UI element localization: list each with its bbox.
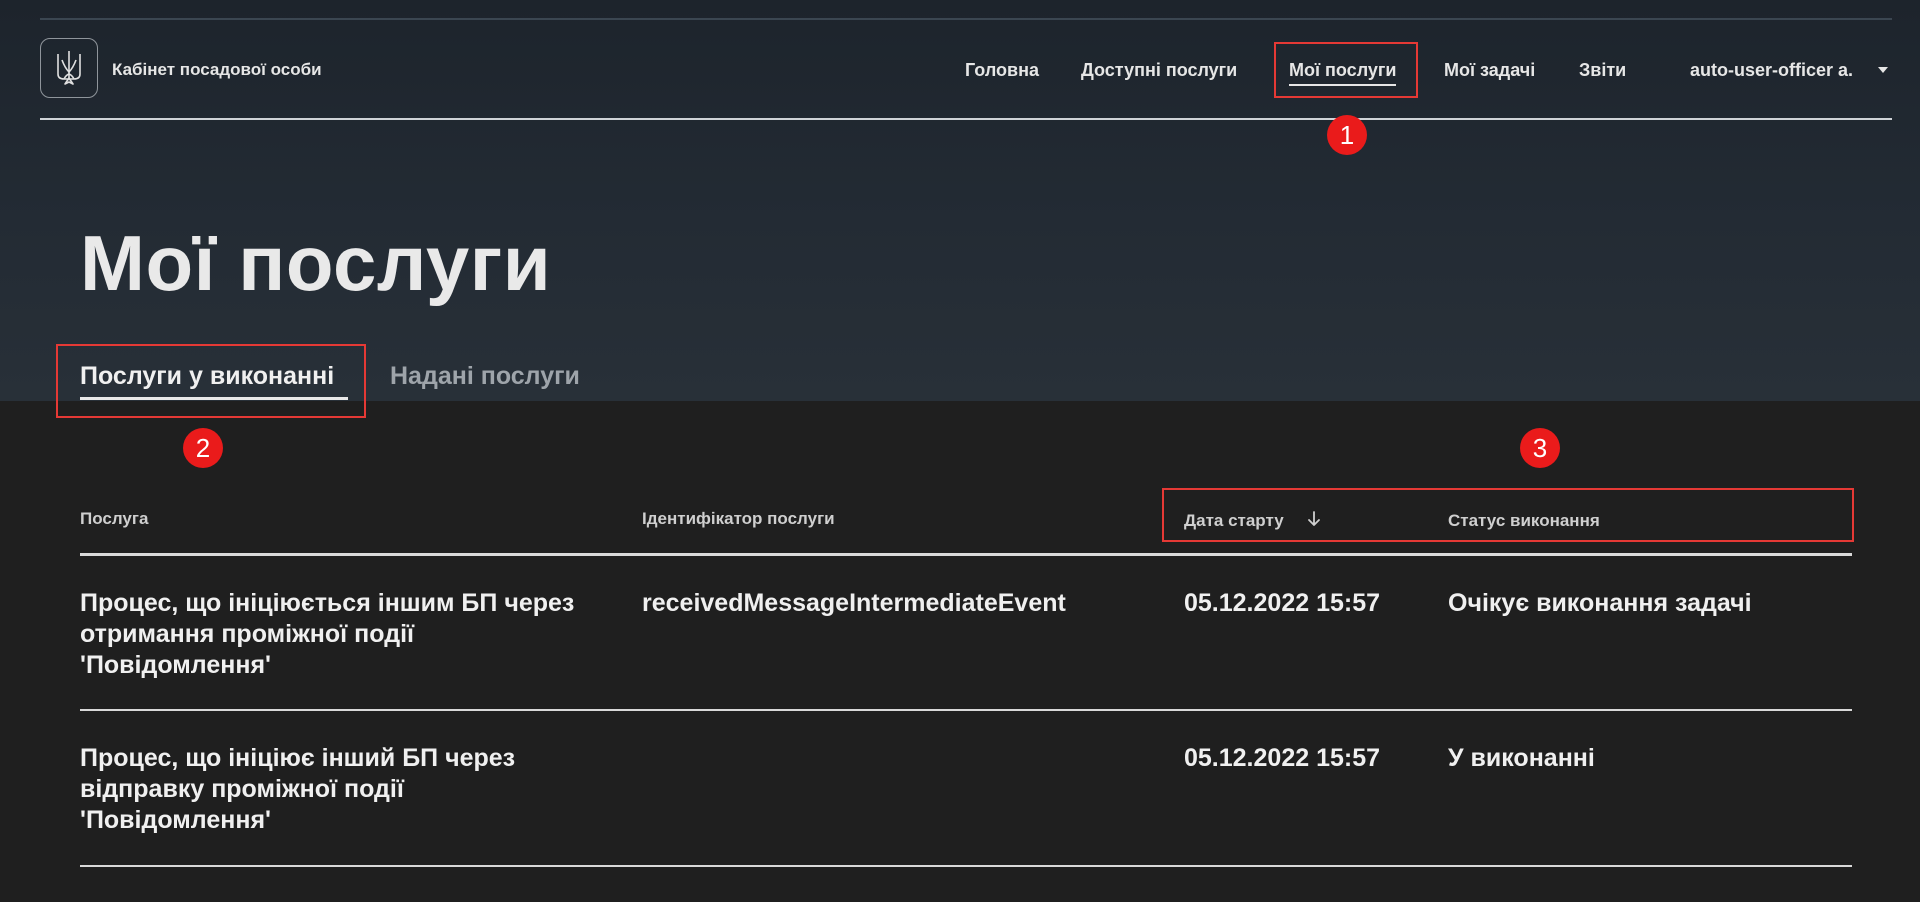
- sort-arrow-down-icon[interactable]: [1306, 510, 1322, 528]
- annotation-box-1: [1274, 42, 1418, 98]
- column-header-status: Статус виконання: [1448, 511, 1600, 530]
- nav-available-services[interactable]: Доступні послуги: [1081, 60, 1237, 81]
- annotation-badge-3: 3: [1520, 428, 1560, 468]
- user-menu[interactable]: auto-user-officer a.: [1690, 60, 1853, 81]
- row-service-name[interactable]: Процес, що ініціює інший БП через відпра…: [80, 743, 515, 836]
- nav-reports[interactable]: Звіти: [1579, 60, 1626, 81]
- row-status: Очікує виконання задачі: [1448, 589, 1752, 617]
- annotation-badge-1: 1: [1327, 115, 1367, 155]
- annotation-box-2: [56, 344, 366, 418]
- top-divider: [40, 18, 1892, 20]
- table-header-divider: [80, 553, 1852, 556]
- brand-title: Кабінет посадової особи: [112, 60, 322, 79]
- column-header-service-id: Ідентифікатор послуги: [642, 509, 835, 528]
- app-header: Кабінет посадової особи Головна Доступні…: [40, 38, 1892, 120]
- row-divider: [80, 709, 1852, 711]
- page-title: Мої послуги: [80, 219, 552, 307]
- row-service-id: receivedMessageIntermediateEvent: [642, 589, 1066, 617]
- row-divider: [80, 865, 1852, 867]
- row-service-name[interactable]: Процес, що ініціюється іншим БП через от…: [80, 588, 574, 681]
- tab-completed[interactable]: Надані послуги: [390, 362, 580, 391]
- row-start-date: 05.12.2022 15:57: [1184, 589, 1381, 617]
- chevron-down-icon[interactable]: [1878, 67, 1888, 73]
- nav-my-tasks[interactable]: Мої задачі: [1444, 60, 1535, 81]
- trident-logo-icon[interactable]: [40, 38, 98, 98]
- annotation-badge-2: 2: [183, 428, 223, 468]
- column-header-service: Послуга: [80, 509, 149, 528]
- header-divider: [40, 118, 1892, 120]
- column-header-start-date[interactable]: Дата старту: [1184, 511, 1284, 531]
- nav-home[interactable]: Головна: [965, 60, 1039, 81]
- row-start-date: 05.12.2022 15:57: [1184, 744, 1381, 772]
- row-status: У виконанні: [1448, 744, 1595, 772]
